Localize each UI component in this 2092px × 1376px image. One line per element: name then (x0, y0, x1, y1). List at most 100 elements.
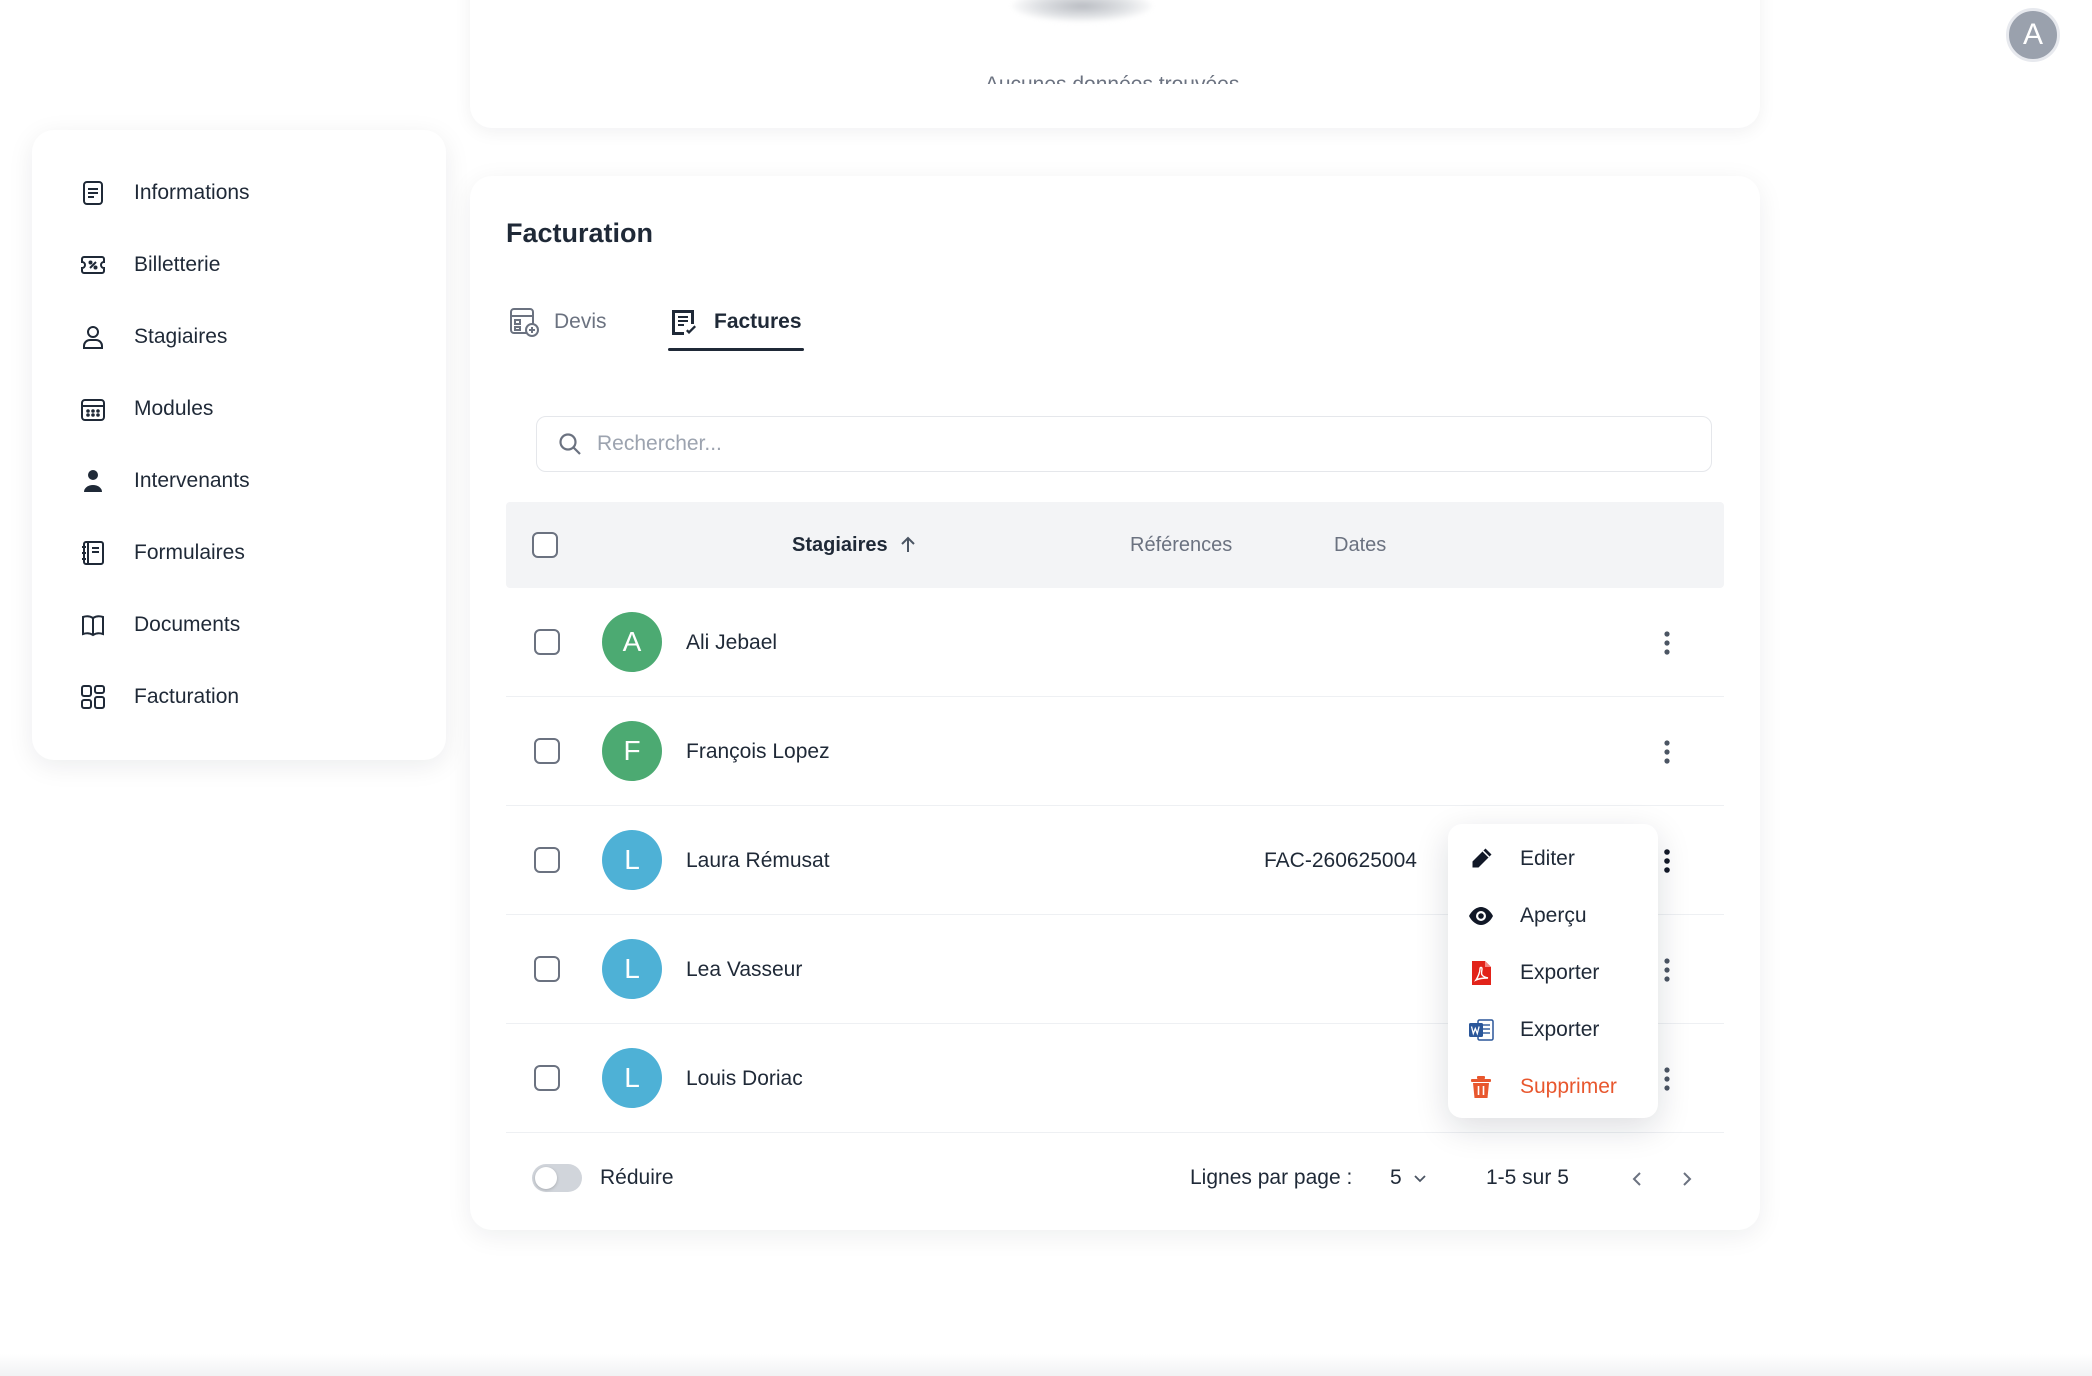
sidebar-item-documents[interactable]: Documents (78, 605, 240, 645)
row-checkbox[interactable] (534, 738, 560, 764)
search-icon (559, 433, 581, 455)
chevron-right-icon (1683, 1172, 1692, 1186)
quote-icon (510, 308, 539, 337)
menu-item-delete[interactable]: Supprimer (1466, 1062, 1646, 1112)
sidebar-item-label: Facturation (134, 685, 240, 708)
trainee-name: François Lopez (686, 739, 830, 763)
kebab-menu-icon (1664, 1067, 1670, 1091)
active-tab-indicator (668, 348, 804, 351)
rows-per-page-select[interactable]: 5 (1390, 1160, 1428, 1196)
sidebar-item-stagiaires[interactable]: Stagiaires (78, 317, 227, 357)
toggle-knob (535, 1167, 557, 1189)
sidebar: Informations Billetterie Stagiaires Modu… (32, 130, 446, 760)
column-label: Dates (1334, 533, 1387, 556)
sidebar-item-facturation[interactable]: Facturation (78, 677, 239, 717)
column-label: Références (1130, 533, 1233, 556)
menu-item-edit[interactable]: Editer (1466, 834, 1646, 884)
person-filled-icon (78, 466, 108, 496)
table-row[interactable]: A Ali Jebael (506, 588, 1724, 697)
sidebar-item-billetterie[interactable]: Billetterie (78, 245, 220, 285)
sidebar-item-informations[interactable]: Informations (78, 173, 250, 213)
row-checkbox[interactable] (534, 629, 560, 655)
collapse-label: Réduire (600, 1166, 674, 1189)
row-checkbox[interactable] (534, 1065, 560, 1091)
column-header-references[interactable]: Références (1130, 502, 1232, 588)
search-box (536, 416, 1712, 472)
sidebar-item-label: Billetterie (134, 253, 221, 276)
menu-item-export-pdf[interactable]: Exporter (1466, 948, 1646, 998)
sidebar-item-label: Informations (134, 181, 250, 204)
kebab-menu-icon (1664, 849, 1670, 873)
row-actions-menu: Editer Aperçu Exporter Exporter Supprime… (1448, 824, 1658, 1118)
search-input[interactable] (597, 432, 1677, 456)
tab-label: Devis (554, 310, 607, 333)
column-header-dates[interactable]: Dates (1334, 502, 1386, 588)
avatar: A (602, 612, 662, 672)
row-actions-button[interactable] (1650, 735, 1684, 769)
chevron-left-icon (1632, 1172, 1641, 1186)
previous-page-button[interactable] (1620, 1162, 1654, 1196)
tab-label: Factures (714, 310, 802, 333)
table-row[interactable]: F François Lopez (506, 697, 1724, 806)
menu-item-label: Aperçu (1520, 904, 1587, 927)
next-page-button[interactable] (1670, 1162, 1704, 1196)
trainee-name: Louis Doriac (686, 1066, 803, 1090)
pencil-icon (1466, 844, 1496, 874)
form-icon (78, 538, 108, 568)
rows-per-page-value: 5 (1390, 1166, 1402, 1189)
invoice-check-icon (672, 310, 696, 335)
sidebar-item-modules[interactable]: Modules (78, 389, 213, 429)
column-label: Stagiaires (792, 533, 888, 556)
card-title: Facturation (506, 218, 654, 248)
trainee-name: Ali Jebael (686, 630, 778, 654)
kebab-menu-icon (1664, 631, 1670, 655)
sidebar-item-label: Formulaires (134, 541, 245, 564)
tab-factures[interactable]: Factures (668, 294, 802, 350)
menu-item-label: Supprimer (1520, 1075, 1617, 1098)
select-all-checkbox[interactable] (532, 532, 558, 558)
trainee-name: Laura Rémusat (686, 848, 830, 872)
sidebar-item-label: Documents (134, 613, 241, 636)
pagination-range: 1-5 sur 5 (1486, 1166, 1569, 1189)
user-icon (78, 322, 108, 352)
kebab-menu-icon (1664, 958, 1670, 982)
select-all-checkbox-cell[interactable] (532, 502, 558, 588)
book-icon (78, 610, 108, 640)
sidebar-item-intervenants[interactable]: Intervenants (78, 461, 250, 501)
row-checkbox[interactable] (534, 956, 560, 982)
grid-icon (78, 682, 108, 712)
sidebar-item-label: Stagiaires (134, 325, 228, 348)
trash-icon (1466, 1072, 1496, 1102)
avatar: L (602, 1048, 662, 1108)
ticket-icon (78, 250, 108, 280)
empty-state-text: Aucunes données trouvées. (980, 64, 1250, 84)
tab-devis[interactable]: Devis (508, 294, 607, 350)
kebab-menu-icon (1664, 740, 1670, 764)
avatar: F (602, 721, 662, 781)
calendar-icon (78, 394, 108, 424)
word-icon (1466, 1015, 1496, 1045)
menu-item-label: Exporter (1520, 961, 1600, 984)
chevron-down-icon (1414, 1175, 1426, 1183)
sidebar-item-formulaires[interactable]: Formulaires (78, 533, 245, 573)
sidebar-item-label: Modules (134, 397, 214, 420)
menu-item-export-word[interactable]: Exporter (1466, 1005, 1646, 1055)
sidebar-item-label: Intervenants (134, 469, 250, 492)
trainee-name: Lea Vasseur (686, 957, 803, 981)
menu-item-preview[interactable]: Aperçu (1466, 891, 1646, 941)
avatar: L (602, 939, 662, 999)
table-header: Stagiaires Références Dates (506, 502, 1724, 588)
pdf-icon (1466, 958, 1496, 988)
menu-item-label: Editer (1520, 847, 1575, 870)
avatar: L (602, 830, 662, 890)
document-icon (78, 178, 108, 208)
row-checkbox[interactable] (534, 847, 560, 873)
user-avatar[interactable]: A (2006, 8, 2060, 62)
column-header-stagiaires[interactable]: Stagiaires (792, 502, 918, 588)
row-actions-button[interactable] (1650, 626, 1684, 660)
page-bottom-edge (0, 1354, 2092, 1376)
rows-per-page-label: Lignes par page : (1190, 1166, 1353, 1189)
menu-item-label: Exporter (1520, 1018, 1600, 1041)
invoice-reference: FAC-260625004 (1264, 848, 1417, 872)
collapse-toggle[interactable] (532, 1164, 582, 1192)
